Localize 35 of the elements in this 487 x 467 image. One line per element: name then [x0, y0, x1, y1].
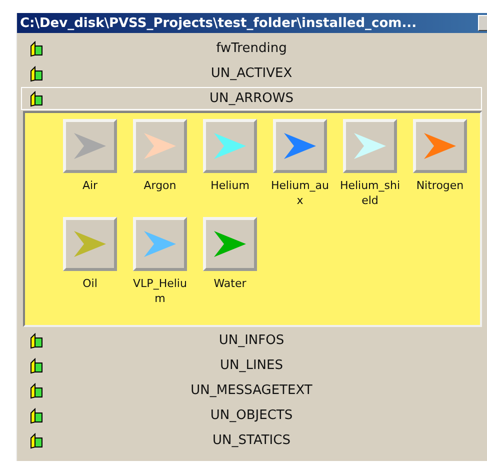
folder-icon	[30, 408, 43, 424]
window-title: C:\Dev_disk\PVSS_Projects\test_folder\installed_com...	[20, 16, 417, 30]
symbol-label: VLP_Helium	[132, 276, 188, 306]
symbol-button[interactable]	[63, 119, 117, 173]
category-row[interactable]: UN_MESSAGETEXT	[21, 379, 482, 402]
folder-icon	[30, 432, 43, 448]
symbol-label: Helium_aux	[270, 178, 330, 208]
category-row[interactable]: UN_ACTIVEX	[21, 62, 482, 85]
symbol-button[interactable]	[203, 217, 257, 271]
category-row[interactable]: UN_ARROWS	[21, 87, 482, 110]
folder-icon	[30, 90, 43, 106]
folder-icon	[30, 332, 43, 348]
symbol-button[interactable]	[133, 217, 187, 271]
category-row[interactable]: UN_INFOS	[21, 329, 482, 352]
folder-icon	[30, 40, 43, 56]
folder-icon	[30, 66, 43, 82]
symbol-label: Argon	[142, 178, 178, 193]
symbol-label: Air	[81, 178, 99, 193]
symbol-label: Helium	[210, 178, 250, 193]
symbol-button[interactable]	[413, 119, 467, 173]
symbol-label: Helium_shield	[338, 178, 402, 208]
symbol-button[interactable]	[133, 119, 187, 173]
symbol-button[interactable]	[273, 119, 327, 173]
folder-icon	[30, 358, 43, 374]
symbol-label: Water	[212, 276, 248, 291]
category-row[interactable]: UN_STATICS	[21, 429, 482, 452]
symbol-button[interactable]	[203, 119, 257, 173]
category-row[interactable]: fwTrending	[21, 37, 482, 60]
symbol-button[interactable]	[63, 217, 117, 271]
folder-icon	[30, 382, 43, 398]
symbol-label: Oil	[82, 276, 98, 291]
symbol-button[interactable]	[343, 119, 397, 173]
symbol-label: Nitrogen	[415, 178, 465, 193]
category-row[interactable]: UN_LINES	[21, 354, 482, 377]
category-row[interactable]: UN_OBJECTS	[21, 404, 482, 427]
